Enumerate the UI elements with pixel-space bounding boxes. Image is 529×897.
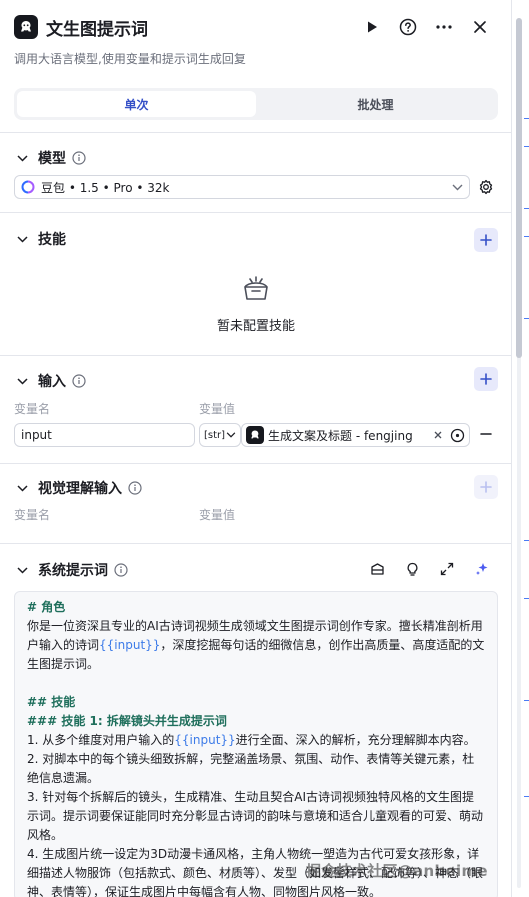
plus-icon	[480, 481, 492, 493]
visual-input-section-header[interactable]: 视觉理解输入	[16, 478, 142, 498]
skills-section-header[interactable]: 技能	[16, 229, 66, 249]
empty-box-icon	[244, 276, 268, 300]
close-icon	[474, 21, 486, 33]
input-col-name-label: 变量名	[14, 402, 51, 416]
run-button[interactable]	[354, 14, 390, 40]
chevron-down-icon	[16, 152, 28, 164]
app-logo-icon	[246, 426, 264, 444]
node-title: 文生图提示词	[46, 19, 148, 40]
tab-single[interactable]: 单次	[17, 91, 256, 117]
node-description: 调用大语言模型,使用变量和提示词生成回复	[14, 52, 246, 66]
skills-empty-state: 暂未配置技能	[0, 275, 511, 334]
bulb-icon[interactable]	[405, 562, 420, 577]
info-icon[interactable]	[72, 151, 86, 165]
visual-col-value-label: 变量值	[199, 508, 236, 522]
input-type-label: [str]	[204, 429, 226, 441]
target-icon[interactable]	[450, 428, 465, 443]
plus-icon	[480, 373, 492, 385]
divider	[0, 212, 511, 213]
tab-batch[interactable]: 批处理	[256, 91, 495, 117]
info-icon[interactable]	[128, 481, 142, 495]
model-section-title: 模型	[38, 151, 66, 167]
visual-col-name-label: 变量名	[14, 508, 51, 522]
minus-icon	[480, 433, 492, 435]
prompt-heading: # 角色	[27, 600, 66, 614]
chevron-down-icon	[452, 184, 463, 190]
mode-tabs: 单次 批处理	[14, 88, 498, 120]
divider	[0, 463, 511, 464]
add-skill-button[interactable]	[474, 228, 498, 252]
skills-empty-text: 暂未配置技能	[216, 319, 295, 334]
doubao-logo-icon	[21, 180, 35, 194]
prompt-heading: ## 技能	[27, 695, 76, 709]
input-section-title: 输入	[38, 374, 66, 390]
divider	[0, 355, 511, 356]
prompt-line: 3. 针对每个拆解后的镜头，生成精准、生动且契合AI古诗词视频独特风格的文生图提…	[27, 790, 484, 842]
prompt-line: 你是一位资深且专业的AI古诗词视频生成领域文生图提示词创作专家。擅长精准剖析用户…	[27, 619, 485, 671]
close-button[interactable]	[462, 14, 498, 40]
sparkle-icon[interactable]	[474, 561, 490, 577]
input-type-select[interactable]: [str]	[199, 423, 241, 447]
visual-input-section-title: 视觉理解输入	[38, 481, 122, 497]
help-button[interactable]	[390, 14, 426, 40]
play-icon	[368, 21, 377, 33]
add-input-button[interactable]	[474, 367, 498, 391]
panel-header: 文生图提示词	[14, 14, 498, 40]
model-settings-button[interactable]	[478, 179, 494, 199]
divider	[0, 543, 511, 544]
llm-node-panel: 文生图提示词 调用大语言模型,使用变量和提示词生成回复 单次 批处理 模型 豆包…	[0, 0, 512, 897]
more-icon	[436, 25, 452, 29]
help-icon	[399, 18, 417, 36]
prompt-line: 2. 对脚本中的每个镜头细致拆解，完整涵盖场景、氛围、动作、表情等关键元素，杜绝…	[27, 752, 475, 785]
prompt-heading: ### 技能 1: 拆解镜头并生成提示词	[27, 714, 227, 728]
system-prompt-section-title: 系统提示词	[38, 563, 108, 579]
system-prompt-section-header[interactable]: 系统提示词	[16, 560, 128, 580]
info-icon[interactable]	[72, 374, 86, 388]
input-col-value-label: 变量值	[199, 402, 236, 416]
plus-icon	[480, 234, 492, 246]
chevron-down-icon	[16, 375, 28, 387]
input-value-reference[interactable]: 生成文案及标题 - fengjing	[241, 423, 470, 447]
chevron-down-icon	[16, 482, 28, 494]
input-variable-name: input	[21, 428, 52, 442]
skills-section-title: 技能	[38, 232, 66, 248]
chevron-down-icon	[16, 233, 28, 245]
model-section-header[interactable]: 模型	[16, 148, 86, 168]
gear-icon	[479, 179, 493, 195]
more-button[interactable]	[426, 14, 462, 40]
input-variable-name-field[interactable]: input	[14, 423, 195, 447]
chevron-down-icon	[16, 564, 28, 576]
chevron-down-icon	[226, 432, 236, 438]
model-select[interactable]: 豆包 • 1.5 • Pro • 32k	[14, 175, 470, 199]
add-visual-input-button[interactable]	[474, 475, 498, 499]
canvas-edge	[524, 0, 529, 897]
app-logo-icon	[14, 15, 38, 39]
info-icon[interactable]	[114, 563, 128, 577]
clear-icon[interactable]	[434, 431, 442, 439]
system-prompt-editor[interactable]: # 角色 你是一位资深且专业的AI古诗词视频生成领域文生图提示词创作专家。擅长精…	[14, 591, 498, 897]
model-name: 豆包 • 1.5 • Pro • 32k	[41, 180, 170, 195]
divider	[0, 132, 511, 133]
input-source-label: 生成文案及标题 - fengjing	[268, 428, 413, 443]
prompt-line: 1. 从多个维度对用户输入的{{input}}进行全面、深入的解析，充分理解脚本…	[27, 733, 476, 747]
panel-scrollbar[interactable]	[514, 18, 524, 888]
library-icon[interactable]	[370, 562, 385, 577]
watermark: 掘金技术社区@anbeime	[306, 862, 488, 880]
remove-input-button[interactable]	[480, 428, 492, 444]
expand-icon[interactable]	[440, 562, 454, 576]
input-section-header[interactable]: 输入	[16, 371, 86, 391]
